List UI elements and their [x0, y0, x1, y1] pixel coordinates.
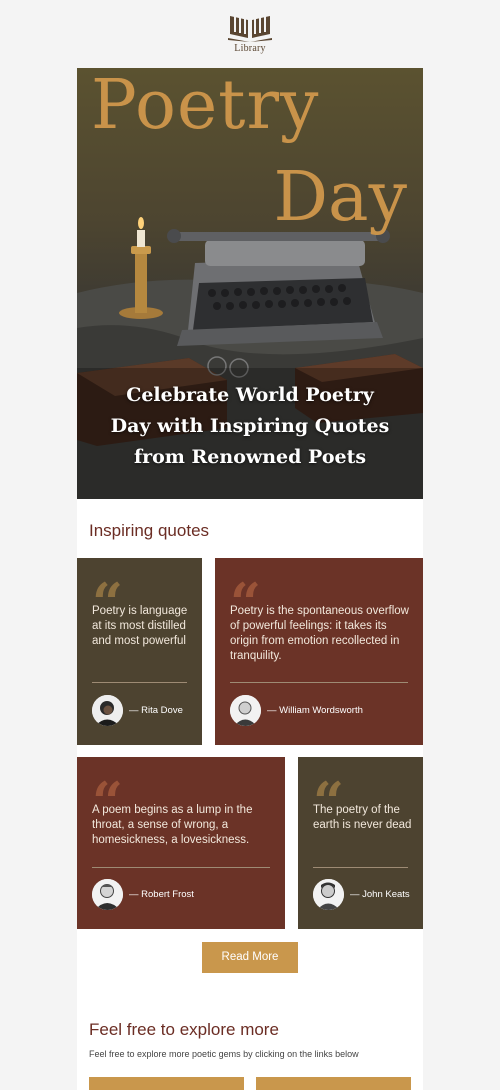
hero-caption-line3: from Renowned Poets: [133, 446, 367, 468]
author: — Robert Frost: [92, 879, 194, 910]
quote-text: Poetry is language at its most distilled…: [92, 605, 188, 647]
header: Library: [0, 0, 500, 68]
explore-subtitle: Feel free to explore more poetic gems by…: [89, 1049, 359, 1059]
section-title-explore: Feel free to explore more: [89, 1020, 279, 1039]
avatar-william-wordsworth: [230, 695, 261, 726]
avatar-rita-dove: [92, 695, 123, 726]
author-name: — William Wordsworth: [267, 705, 363, 716]
quote-text: Poetry is the spontaneous overflow of po…: [230, 605, 409, 662]
avatar-robert-frost: [92, 879, 123, 910]
hero-caption-line2: Day with Inspiring Quotes: [110, 415, 390, 437]
author: — John Keats: [313, 879, 410, 910]
hero-banner: Poetry Day Celebrate World Poetry Day wi…: [77, 68, 423, 499]
email-container: Poetry Day Celebrate World Poetry Day wi…: [77, 68, 423, 1090]
author-name: — Robert Frost: [129, 889, 194, 900]
quote-card-john-keats: “ The poetry of the earth is never dead …: [298, 757, 423, 929]
divider: [92, 682, 187, 683]
hero-caption: Celebrate World Poetry Day with Inspirin…: [97, 380, 403, 473]
quote-card-rita-dove: “ Poetry is language at its most distill…: [77, 558, 202, 745]
hero-title-line2: Day: [273, 158, 407, 237]
author: — Rita Dove: [92, 695, 183, 726]
quote-card-robert-frost: “ A poem begins as a lump in the throat,…: [77, 757, 285, 929]
hero-caption-line1: Celebrate World Poetry: [126, 384, 374, 406]
divider: [230, 682, 408, 683]
logo-text: Library: [234, 43, 266, 54]
read-more-button[interactable]: Read More: [202, 942, 298, 973]
author: — William Wordsworth: [230, 695, 363, 726]
divider: [92, 867, 270, 868]
quote-card-william-wordsworth: “ Poetry is the spontaneous overflow of …: [215, 558, 423, 745]
quote-text: A poem begins as a lump in the throat, a…: [92, 804, 253, 846]
avatar-john-keats: [313, 879, 344, 910]
explore-link-button-1[interactable]: [89, 1077, 244, 1090]
quote-text: The poetry of the earth is never dead: [313, 804, 412, 831]
book-logo-icon: [228, 13, 272, 42]
explore-link-button-2[interactable]: [256, 1077, 411, 1090]
section-title-quotes: Inspiring quotes: [89, 521, 210, 540]
divider: [313, 867, 408, 868]
hero-title-line1: Poetry: [91, 68, 320, 145]
author-name: — John Keats: [350, 889, 410, 900]
author-name: — Rita Dove: [129, 705, 183, 716]
